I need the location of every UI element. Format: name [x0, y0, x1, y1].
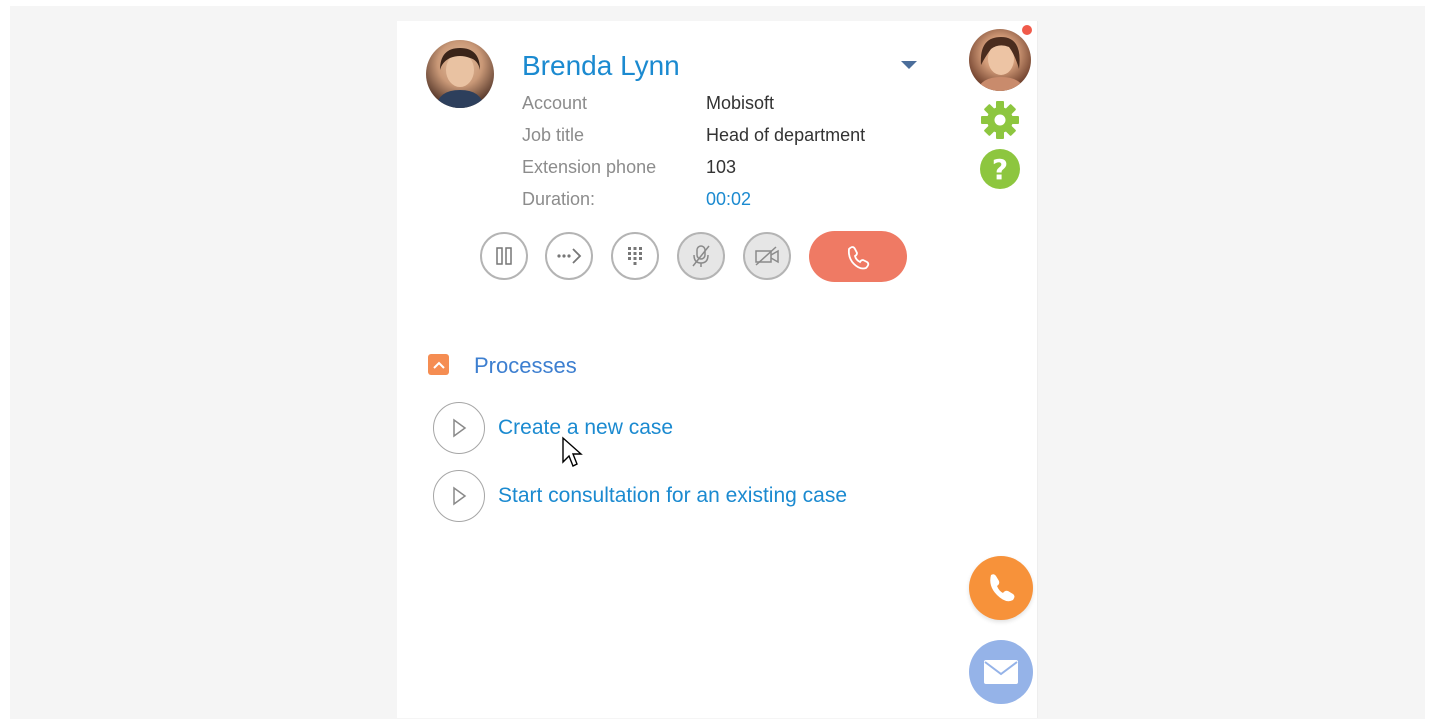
mute-button[interactable] — [677, 232, 725, 280]
mouse-pointer-icon — [561, 436, 583, 475]
transfer-button[interactable] — [545, 232, 593, 280]
duration-label: Duration: — [522, 189, 596, 209]
account-value: Mobisoft — [706, 93, 775, 113]
account-label: Account — [522, 93, 588, 113]
keypad-icon — [628, 247, 642, 265]
contact-avatar — [426, 40, 494, 108]
mute-microphone-icon — [692, 245, 710, 267]
job-title-value: Head of department — [706, 125, 866, 145]
phone-icon — [990, 574, 1015, 602]
contact-name[interactable]: Brenda Lynn — [522, 48, 680, 84]
contact-dropdown-icon[interactable] — [901, 61, 917, 69]
run-process-button[interactable] — [433, 402, 485, 454]
duration-value: 00:02 — [706, 189, 752, 209]
processes-title[interactable]: Processes — [474, 352, 577, 380]
email-button[interactable] — [969, 640, 1033, 704]
process-link-start-consultation[interactable]: Start consultation for an existing case — [498, 482, 847, 510]
call-button[interactable] — [969, 556, 1033, 620]
video-off-icon — [755, 246, 779, 266]
pause-icon — [496, 247, 512, 265]
processes-collapse-toggle[interactable] — [428, 354, 449, 375]
extension-phone-label: Extension phone — [522, 157, 657, 177]
video-button[interactable] — [743, 232, 791, 280]
hold-button[interactable] — [480, 232, 528, 280]
play-icon — [453, 486, 467, 506]
hang-up-button[interactable] — [809, 231, 907, 282]
user-avatar[interactable] — [969, 29, 1031, 91]
notification-dot — [1022, 25, 1032, 35]
help-icon[interactable]: ? — [980, 149, 1020, 189]
run-process-button[interactable] — [433, 470, 485, 522]
keypad-button[interactable] — [611, 232, 659, 280]
hang-up-icon — [847, 245, 870, 269]
play-icon — [453, 418, 467, 438]
mail-icon — [984, 660, 1018, 684]
gear-icon[interactable] — [979, 99, 1021, 146]
job-title-label: Job title — [522, 125, 585, 145]
process-link-create-case[interactable]: Create a new case — [498, 414, 673, 442]
chevron-up-icon — [432, 361, 445, 369]
transfer-icon — [557, 248, 582, 264]
extension-phone-value: 103 — [706, 157, 737, 177]
